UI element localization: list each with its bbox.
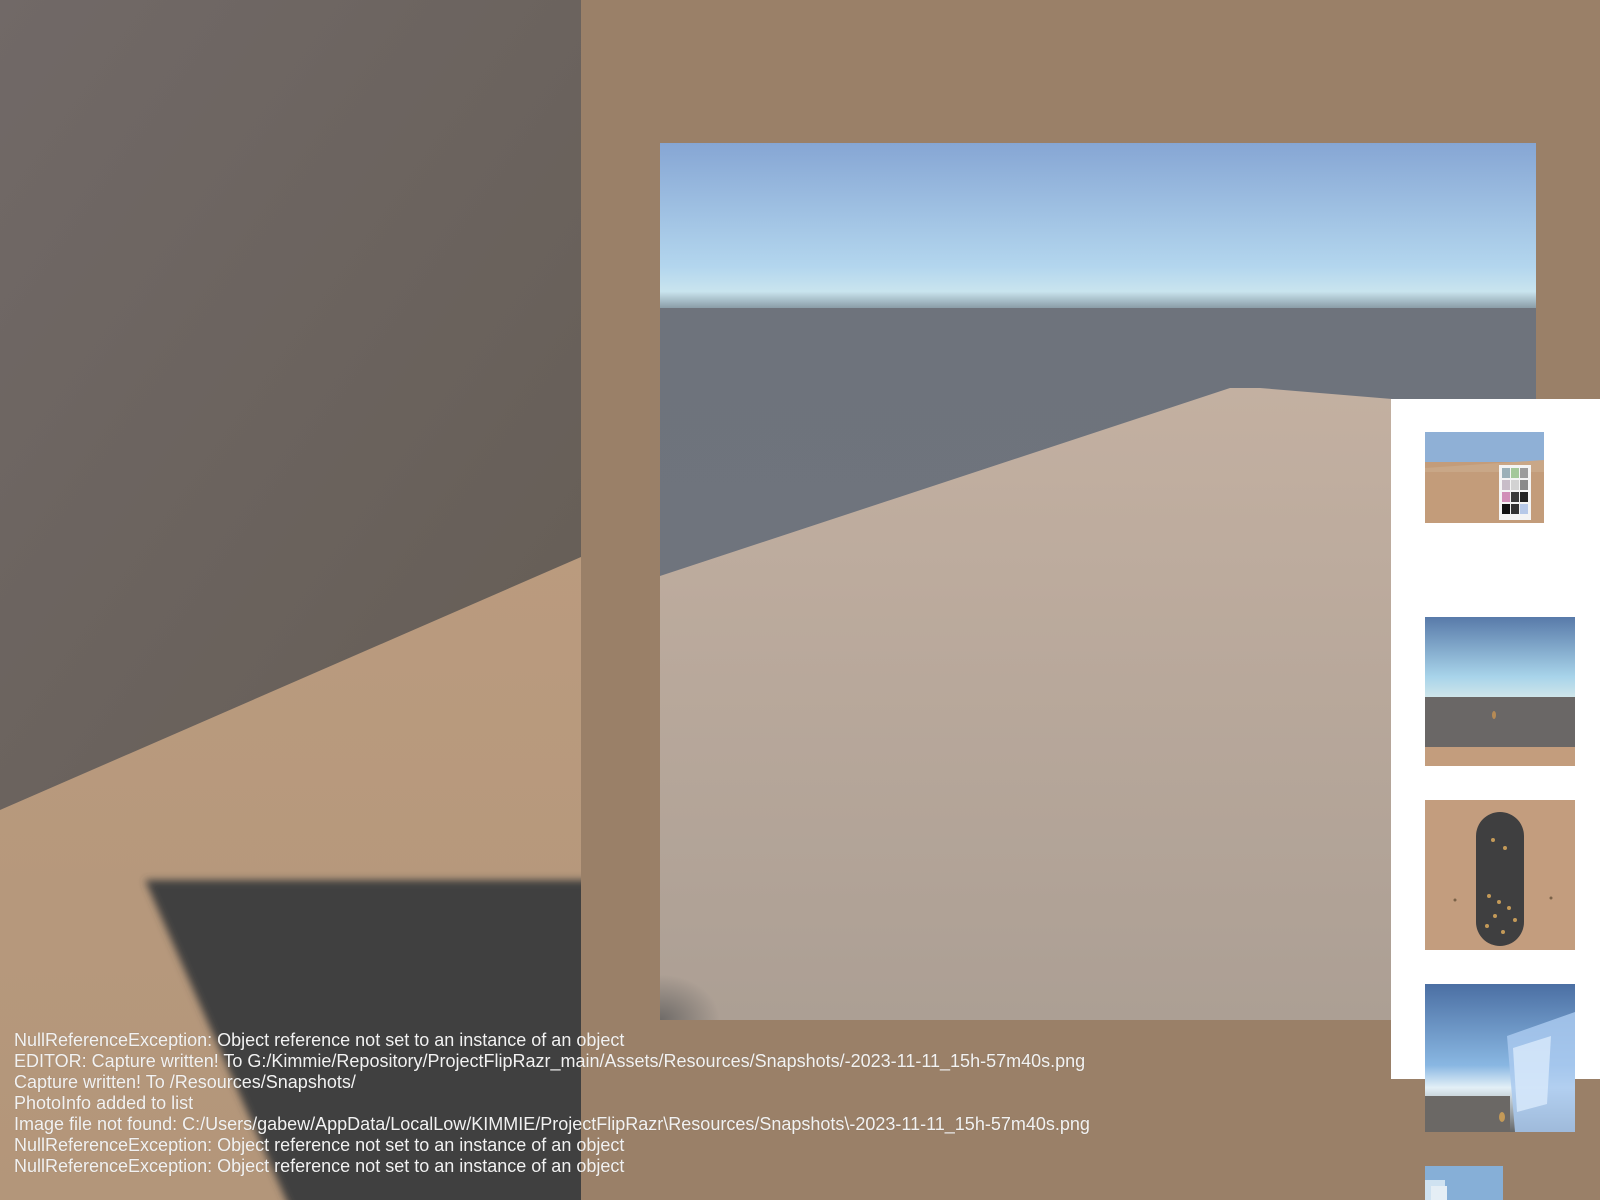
log-line: PhotoInfo added to list — [14, 1093, 194, 1113]
snapshot-thumbnail-1[interactable] — [1425, 432, 1544, 523]
snapshot-image-5 — [1425, 1166, 1503, 1200]
snapshot-thumbnail-2[interactable] — [1425, 617, 1575, 766]
photo-vignette — [660, 793, 960, 1020]
snapshot-thumbnail-3[interactable] — [1425, 800, 1575, 950]
log-line: Capture written! To /Resources/Snapshots… — [14, 1072, 356, 1092]
debug-console-log: NullReferenceException: Object reference… — [14, 1030, 1090, 1177]
log-line: NullReferenceException: Object reference… — [14, 1030, 625, 1050]
log-line: Image file not found: C:/Users/gabew/App… — [14, 1114, 1090, 1134]
log-line: EDITOR: Capture written! To G:/Kimmie/Re… — [14, 1051, 1086, 1071]
snapshot-thumbnail-5[interactable] — [1425, 1166, 1503, 1200]
game-viewport: NullReferenceException: Object reference… — [0, 0, 1600, 1200]
snapshot-thumbnail-4[interactable] — [1425, 984, 1575, 1132]
log-line: NullReferenceException: Object reference… — [14, 1135, 625, 1155]
log-line: NullReferenceException: Object reference… — [14, 1156, 625, 1176]
world-scene — [0, 0, 581, 1200]
world-view — [0, 0, 581, 1200]
sky — [660, 143, 1536, 308]
snapshot-image-4 — [1425, 984, 1575, 1132]
snapshot-image-1 — [1425, 432, 1544, 523]
snapshot-image-3 — [1425, 800, 1575, 950]
snapshot-image-2 — [1425, 617, 1575, 766]
